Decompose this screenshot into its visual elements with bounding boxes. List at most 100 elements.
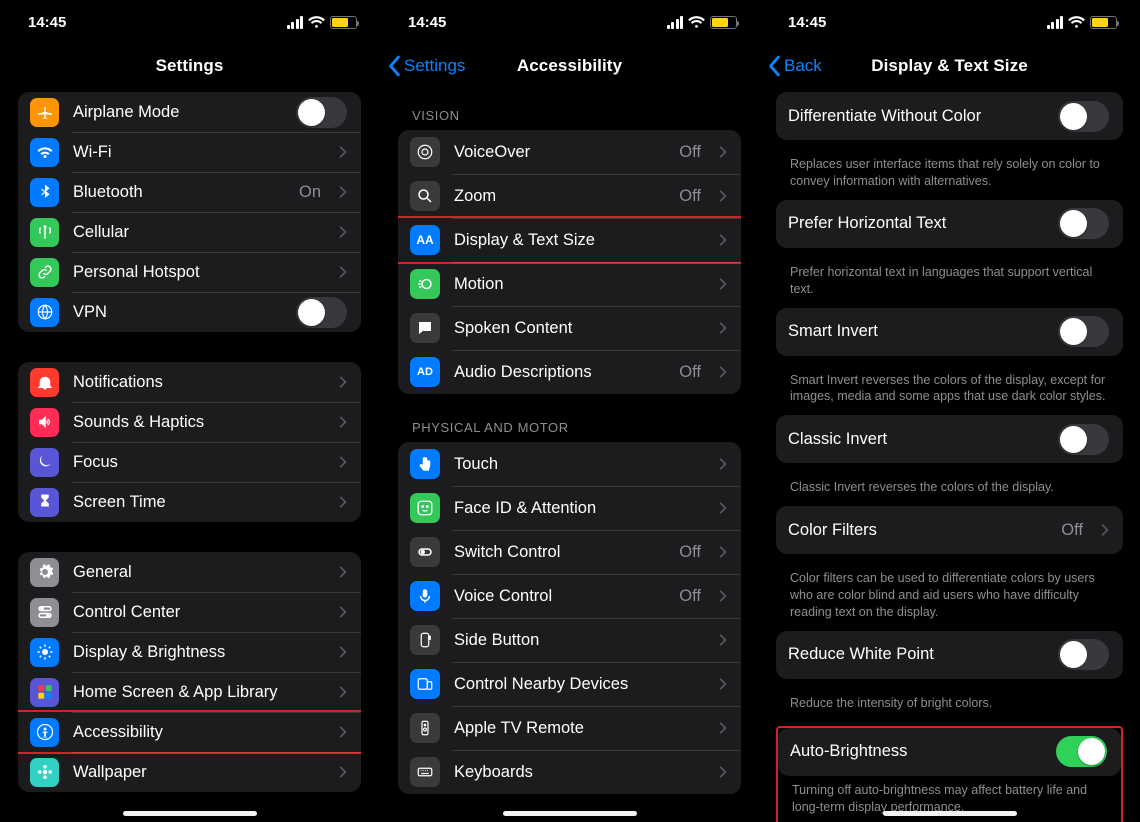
row-motion[interactable]: Motion xyxy=(398,262,741,306)
chevron-right-icon xyxy=(339,495,347,509)
row-value: Off xyxy=(679,363,701,382)
footer-smart-invert: Smart Invert reverses the colors of the … xyxy=(776,366,1123,416)
row-hotspot[interactable]: Personal Hotspot xyxy=(18,252,361,292)
row-color-filters[interactable]: Color Filters Off xyxy=(776,506,1123,554)
row-smart-invert[interactable]: Smart Invert xyxy=(776,308,1123,356)
section-header-vision: VISION xyxy=(398,92,741,130)
group-general: General Control Center Display & Brightn… xyxy=(18,552,361,792)
row-screentime[interactable]: Screen Time xyxy=(18,482,361,522)
toggle-switch[interactable] xyxy=(1058,424,1109,455)
chevron-right-icon xyxy=(339,145,347,159)
row-label: Color Filters xyxy=(788,521,1047,540)
row-label: Cellular xyxy=(73,223,325,242)
toggle-switch[interactable] xyxy=(296,97,347,128)
display-textsize-content[interactable]: Differentiate Without Color Replaces use… xyxy=(760,88,1139,822)
row-voiceover[interactable]: VoiceOver Off xyxy=(398,130,741,174)
group-motor: Touch Face ID & Attention Switch Control… xyxy=(398,442,741,794)
row-displaytext[interactable]: AA Display & Text Size xyxy=(398,218,741,262)
back-button[interactable]: Back xyxy=(766,44,822,88)
status-bar: 14:45 xyxy=(760,0,1139,44)
row-vpn[interactable]: VPN xyxy=(18,292,361,332)
row-value: On xyxy=(299,183,321,202)
signal-icon xyxy=(287,16,304,29)
row-zoom[interactable]: Zoom Off xyxy=(398,174,741,218)
chevron-right-icon xyxy=(719,321,727,335)
chevron-left-icon xyxy=(768,55,782,77)
voiceover-icon xyxy=(410,137,440,167)
row-sounds[interactable]: Sounds & Haptics xyxy=(18,402,361,442)
row-spoken[interactable]: Spoken Content xyxy=(398,306,741,350)
row-accessibility[interactable]: Accessibility xyxy=(18,712,361,752)
row-auto-brightness[interactable]: Auto-Brightness xyxy=(778,728,1121,776)
row-cellular[interactable]: Cellular xyxy=(18,212,361,252)
row-nearby[interactable]: Control Nearby Devices xyxy=(398,662,741,706)
row-airplane[interactable]: Airplane Mode xyxy=(18,92,361,132)
row-label: Airplane Mode xyxy=(73,103,282,122)
row-label: Prefer Horizontal Text xyxy=(788,214,1044,233)
group-color-filters: Color Filters Off xyxy=(776,506,1123,554)
row-appletv[interactable]: Apple TV Remote xyxy=(398,706,741,750)
toggle-switch[interactable] xyxy=(1056,736,1107,767)
row-bluetooth[interactable]: Bluetooth On xyxy=(18,172,361,212)
row-reduce-white[interactable]: Reduce White Point xyxy=(776,631,1123,679)
display-text-size-screen: 14:45 Back Display & Text Size Different… xyxy=(760,0,1140,822)
flower-icon xyxy=(30,758,59,787)
row-faceid[interactable]: Face ID & Attention xyxy=(398,486,741,530)
settings-content[interactable]: Airplane Mode Wi-Fi Bluetooth On Cellula… xyxy=(0,88,379,822)
row-label: Switch Control xyxy=(454,543,665,562)
row-notifications[interactable]: Notifications xyxy=(18,362,361,402)
row-label: Focus xyxy=(73,453,325,472)
home-indicator[interactable] xyxy=(123,811,257,816)
toggle-switch[interactable] xyxy=(1058,639,1109,670)
row-wifi[interactable]: Wi-Fi xyxy=(18,132,361,172)
toggle-switch[interactable] xyxy=(1058,208,1109,239)
row-value: Off xyxy=(679,587,701,606)
group-vision: VoiceOver Off Zoom Off AA Display & Text… xyxy=(398,130,741,394)
row-homescreen[interactable]: Home Screen & App Library xyxy=(18,672,361,712)
keyboard-icon xyxy=(410,757,440,787)
navbar: Settings xyxy=(0,44,379,88)
row-touch[interactable]: Touch xyxy=(398,442,741,486)
wifi-icon xyxy=(30,138,59,167)
chevron-right-icon xyxy=(339,185,347,199)
toggle-switch[interactable] xyxy=(296,297,347,328)
home-indicator[interactable] xyxy=(883,811,1017,816)
group-diff-color: Differentiate Without Color xyxy=(776,92,1123,140)
row-audiodesc[interactable]: AD Audio Descriptions Off xyxy=(398,350,741,394)
row-label: General xyxy=(73,563,325,582)
signal-icon xyxy=(667,16,684,29)
globe-icon xyxy=(30,298,59,327)
status-time: 14:45 xyxy=(788,14,826,31)
chevron-right-icon xyxy=(719,501,727,515)
toggle-switch[interactable] xyxy=(1058,316,1109,347)
status-bar: 14:45 xyxy=(0,0,379,44)
accessibility-content[interactable]: VISION VoiceOver Off Zoom Off AA Display… xyxy=(380,88,759,822)
wifi-icon xyxy=(308,16,325,29)
moon-icon xyxy=(30,448,59,477)
row-focus[interactable]: Focus xyxy=(18,442,361,482)
row-diff-color[interactable]: Differentiate Without Color xyxy=(776,92,1123,140)
row-label: Sounds & Haptics xyxy=(73,413,325,432)
row-sidebutton[interactable]: Side Button xyxy=(398,618,741,662)
row-general[interactable]: General xyxy=(18,552,361,592)
row-wallpaper[interactable]: Wallpaper xyxy=(18,752,361,792)
row-voicecontrol[interactable]: Voice Control Off xyxy=(398,574,741,618)
back-button[interactable]: Settings xyxy=(386,44,465,88)
row-switchcontrol[interactable]: Switch Control Off xyxy=(398,530,741,574)
row-classic-invert[interactable]: Classic Invert xyxy=(776,415,1123,463)
toggle-switch[interactable] xyxy=(1058,101,1109,132)
row-controlcenter[interactable]: Control Center xyxy=(18,592,361,632)
settings-screen: 14:45 Settings Airplane Mode Wi-Fi Bluet… xyxy=(0,0,380,822)
antenna-icon xyxy=(30,218,59,247)
row-value: Off xyxy=(679,187,701,206)
accessibility-screen: 14:45 Settings Accessibility VISION Voic… xyxy=(380,0,760,822)
row-horiz-text[interactable]: Prefer Horizontal Text xyxy=(776,200,1123,248)
battery-icon xyxy=(330,16,357,29)
gear-icon xyxy=(30,558,59,587)
row-label: Bluetooth xyxy=(73,183,285,202)
row-keyboards[interactable]: Keyboards xyxy=(398,750,741,794)
row-display[interactable]: Display & Brightness xyxy=(18,632,361,672)
chevron-left-icon xyxy=(388,55,402,77)
navbar: Settings Accessibility xyxy=(380,44,759,88)
home-indicator[interactable] xyxy=(503,811,637,816)
